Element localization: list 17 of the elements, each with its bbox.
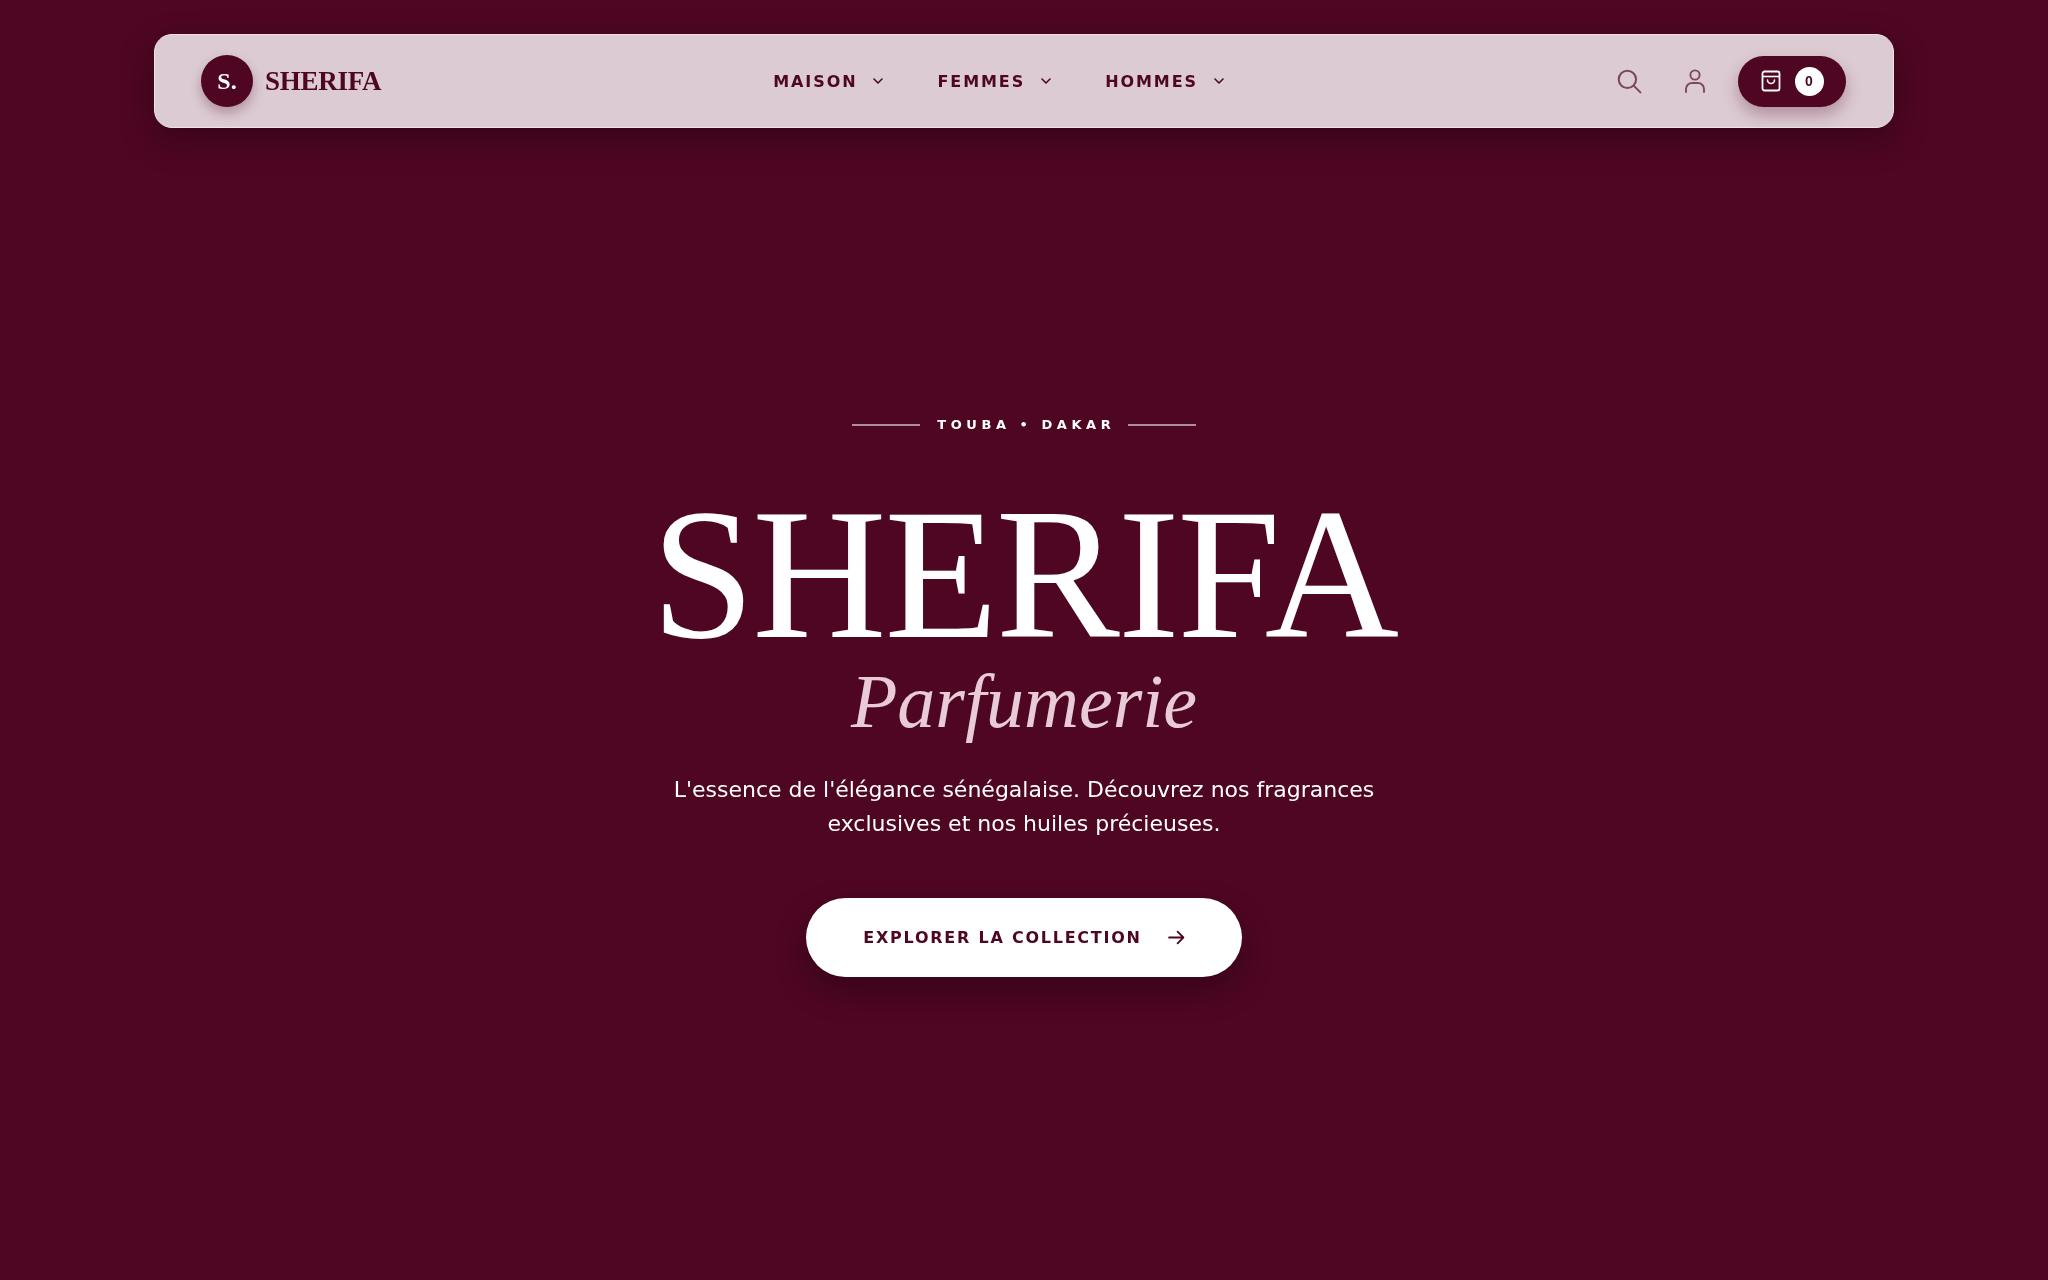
nav-menu-item[interactable]: MAISON: [773, 71, 884, 91]
search-icon: [1616, 68, 1642, 94]
hero-description: L'essence de l'élégance sénégalaise. Découvrez nos fragrances exclusives et nos huiles précieuses.: [672, 776, 1376, 839]
logo-monogram: S.: [201, 55, 253, 107]
hero-title: SHERIFA: [651, 484, 1397, 664]
brand-name-link[interactable]: SHERIFA: [265, 65, 382, 97]
nav-menu-item[interactable]: HOMMES: [1105, 71, 1224, 91]
explore-collection-button[interactable]: EXPLORER LA COLLECTION: [806, 898, 1242, 978]
user-icon: [1684, 69, 1706, 93]
search-button[interactable]: [1616, 68, 1642, 94]
cart-button[interactable]: 0: [1738, 55, 1846, 107]
location-eyebrow: TOUBA • DAKAR: [937, 416, 1116, 433]
shopping-bag-icon: [1760, 70, 1781, 92]
account-button[interactable]: [1684, 69, 1706, 93]
nav-menu-item[interactable]: FEMMES: [937, 71, 1052, 91]
cart-count-badge: 0: [1794, 66, 1824, 96]
arrow-right-icon: [1167, 930, 1185, 946]
